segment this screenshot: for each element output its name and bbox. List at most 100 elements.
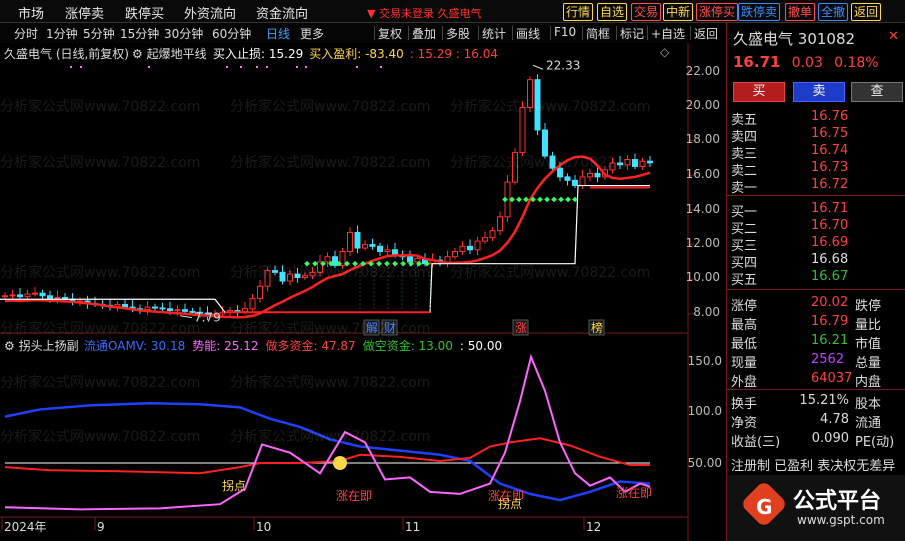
marker-dot: [256, 66, 258, 68]
period-tab-5[interactable]: 60分钟: [212, 25, 251, 42]
signal-dot: [558, 196, 564, 203]
top-button-5[interactable]: 跌停卖: [738, 3, 781, 21]
signal-dot: [516, 196, 522, 203]
annotation-label: 涨在即: [336, 488, 372, 503]
close-icon[interactable]: ✕: [888, 29, 899, 44]
stat-row: 最高 16.79 量比: [731, 314, 901, 333]
quote-panel: 久盛电气 301082 ✕ 16.71 0.03 0.18% 买 卖 查 卖五 1…: [726, 23, 905, 541]
signal-dot: [352, 260, 358, 267]
period-tab-3[interactable]: 15分钟: [120, 25, 159, 42]
top-button-7[interactable]: 全撤: [818, 3, 849, 21]
signal-dot: [312, 260, 318, 267]
top-button-6[interactable]: 撤单: [785, 3, 816, 21]
momentum-line: [4, 353, 651, 511]
menu-limit-up-sell[interactable]: 涨停卖: [65, 3, 104, 22]
sub-y-tick-label: 150.0: [687, 354, 722, 368]
stat-row: 净资 4.78 流通: [731, 412, 901, 431]
menu-foreign-flow[interactable]: 外资流向: [184, 3, 236, 22]
tool-5[interactable]: F10: [554, 25, 576, 39]
candle-body: [444, 256, 451, 263]
stat-row: 现量 2562 总量: [731, 352, 901, 371]
x-tick-label: 11: [405, 520, 420, 534]
gear-icon[interactable]: ⚙: [4, 339, 15, 353]
order-book-row: 卖三 16.74: [731, 143, 901, 162]
menu-market[interactable]: 市场: [18, 3, 44, 22]
candle-body: [549, 155, 556, 169]
candle-body: [542, 129, 548, 157]
signal-dot: [304, 260, 310, 267]
low-pointer: [179, 315, 193, 319]
chart-area[interactable]: 22.337.79解财涨榜拐点涨在即 涨在即拐点涨在即2024年 9 10 11 12: [0, 43, 726, 541]
candle-body: [39, 292, 46, 297]
tool-separator: [478, 26, 479, 40]
tool-4[interactable]: 画线: [516, 25, 540, 42]
tool-separator: [616, 26, 617, 40]
stat-value: 64037: [811, 371, 853, 386]
stat-label: 现量: [731, 356, 758, 371]
sell-button[interactable]: 卖: [793, 82, 845, 102]
period-tab-7[interactable]: 更多: [300, 25, 324, 42]
tool-8[interactable]: +自选: [651, 25, 685, 42]
candle-body: [287, 273, 293, 282]
buy-button[interactable]: 买: [733, 82, 785, 102]
period-tab-1[interactable]: 1分钟: [46, 25, 78, 42]
candle-body: [309, 271, 316, 277]
period-tab-0[interactable]: 分时: [14, 25, 38, 42]
candle-body: [159, 307, 166, 310]
query-button[interactable]: 查: [851, 82, 903, 102]
top-button-2[interactable]: 交易: [631, 3, 662, 21]
stat-row: 外盘 64037 内盘: [731, 371, 901, 390]
order-price: 16.67: [811, 269, 849, 284]
candle-body: [144, 306, 151, 311]
tool-1[interactable]: 叠加: [412, 25, 436, 42]
support-step-line: [0, 184, 650, 313]
period-tab-4[interactable]: 30分钟: [164, 25, 203, 42]
marker-dot: [70, 66, 72, 68]
indicator-label: ⚙ 起爆地平线: [132, 45, 207, 62]
gear-icon[interactable]: ⚙: [132, 47, 143, 61]
tool-9[interactable]: 返回: [694, 25, 718, 42]
long-capital-line: [4, 437, 650, 475]
order-book-row: 买五 16.67: [731, 269, 901, 288]
candle-body: [242, 308, 248, 312]
stat-value: 16.79: [811, 314, 849, 329]
order-book-row: 买四 16.68: [731, 252, 901, 271]
divider: [727, 289, 905, 290]
candle-body: [579, 176, 586, 187]
expand-icon[interactable]: ◇: [660, 45, 669, 59]
candle-body: [557, 167, 563, 178]
top-button-0[interactable]: 行情: [563, 3, 594, 21]
stat-value: 16.21: [811, 333, 849, 348]
tool-3[interactable]: 统计: [482, 25, 506, 42]
sub-legend: 流通OAMV: 30.18 势能: 25.12 做多资金: 47.87 做空资金: 1…: [84, 337, 509, 354]
period-tab-2[interactable]: 5分钟: [83, 25, 115, 42]
tool-separator: [550, 26, 551, 40]
menu-capital-flow[interactable]: 资金流向: [256, 3, 308, 22]
signal-dot: [551, 196, 557, 203]
divider: [727, 195, 905, 196]
signal-dot: [537, 196, 543, 203]
menu-limit-down-buy[interactable]: 跌停买: [125, 3, 164, 22]
high-pointer: [532, 64, 544, 70]
stat-label: 最高: [731, 318, 758, 333]
tool-6[interactable]: 简框: [586, 25, 610, 42]
top-button-8[interactable]: 返回: [851, 3, 882, 21]
candle-body: [24, 293, 31, 298]
tool-7[interactable]: 标记: [620, 25, 644, 42]
tool-0[interactable]: 复权: [378, 25, 402, 42]
candle-body: [354, 231, 361, 249]
signal-dot: [392, 260, 398, 267]
annotation-label: 拐点: [222, 478, 246, 493]
top-button-1[interactable]: 自选: [597, 3, 628, 21]
candle-body: [279, 271, 286, 282]
sub-y-tick-label: 100.0: [687, 404, 722, 418]
tool-2[interactable]: 多股: [446, 25, 470, 42]
main-legend-item: 买入止损: 15.29: [213, 47, 304, 61]
top-button-3[interactable]: 中新: [663, 3, 694, 21]
candle-body: [272, 270, 278, 273]
period-tab-6[interactable]: 日线: [266, 25, 290, 42]
top-button-4[interactable]: 涨停买: [696, 3, 739, 21]
candle-body: [632, 159, 638, 167]
marker-dot: [240, 66, 242, 68]
stat-value: 4.78: [820, 412, 849, 427]
